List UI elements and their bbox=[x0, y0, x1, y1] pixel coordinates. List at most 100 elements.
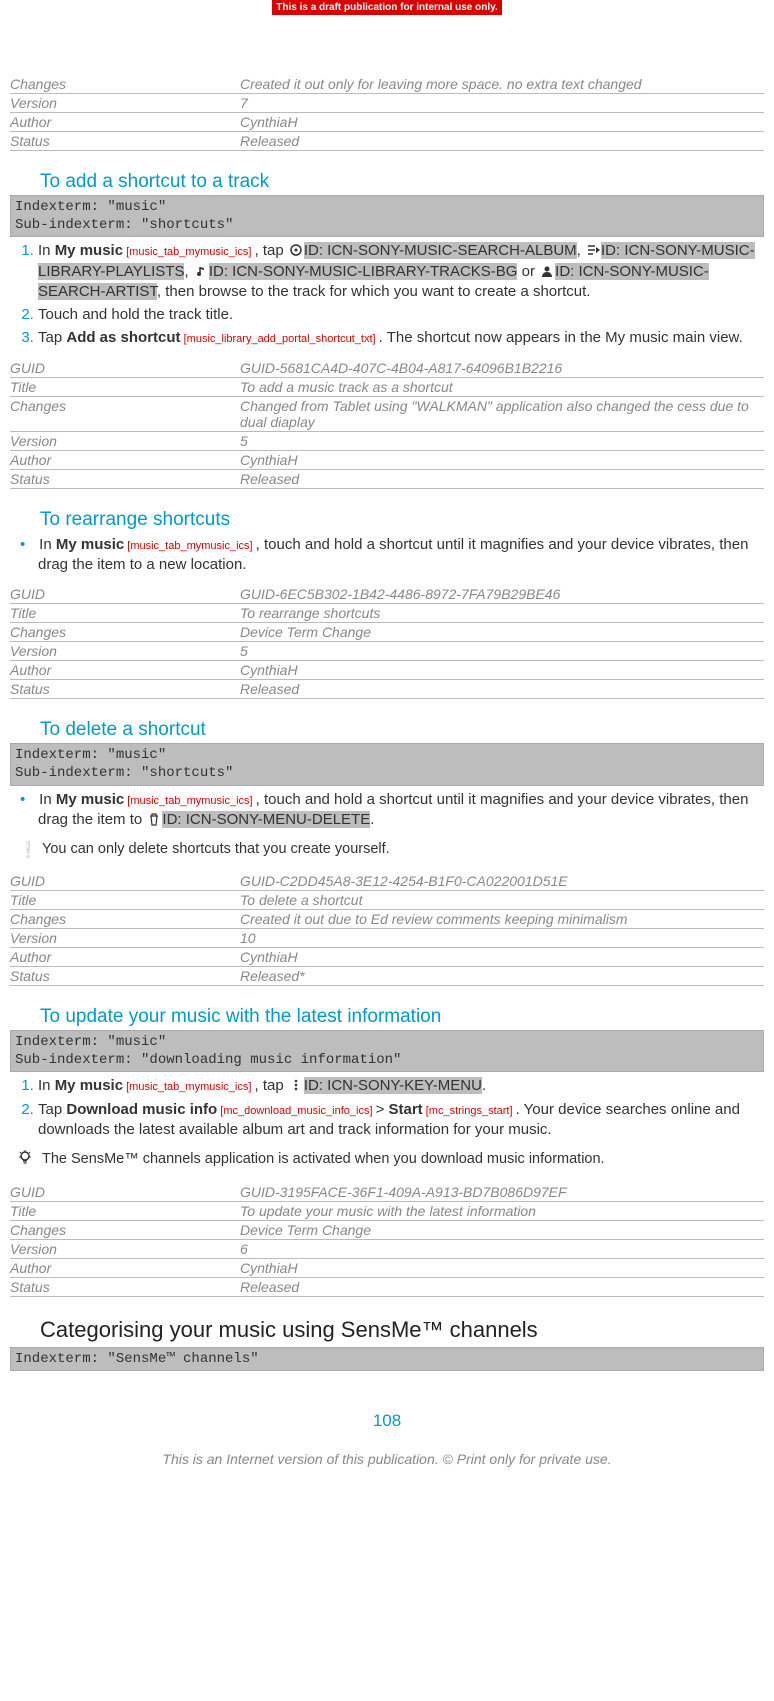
meta-value: GUID-C2DD45A8-3E12-4254-B1F0-CA022001D51… bbox=[240, 872, 764, 891]
heading-rearrange-shortcuts: To rearrange shortcuts bbox=[40, 509, 764, 531]
meta-value: To add a music track as a shortcut bbox=[240, 377, 764, 396]
ui-label: My music bbox=[55, 1077, 123, 1094]
meta-label: Status bbox=[10, 132, 240, 151]
draft-banner: This is a draft publication for internal… bbox=[272, 0, 502, 15]
trash-icon bbox=[147, 812, 161, 826]
text: or bbox=[517, 263, 539, 280]
text: , tap bbox=[254, 1077, 287, 1094]
text: . bbox=[482, 1077, 486, 1094]
meta-label: Title bbox=[10, 1202, 240, 1221]
meta-value: To delete a shortcut bbox=[240, 891, 764, 910]
icn-id: ID: ICN-SONY-MUSIC-SEARCH-ALBUM bbox=[304, 242, 577, 259]
steps-list: In My music [music_tab_mymusic_ics] , to… bbox=[10, 790, 764, 831]
meta-label: Version bbox=[10, 642, 240, 661]
string-id: [music_tab_mymusic_ics] bbox=[124, 795, 255, 807]
step-item: In My music [music_tab_mymusic_ics] , to… bbox=[38, 790, 764, 831]
meta-value: 5 bbox=[240, 431, 764, 450]
person-icon bbox=[540, 264, 554, 278]
step-item: Tap Download music info [mc_download_mus… bbox=[38, 1100, 764, 1141]
heading-update-music-info: To update your music with the latest inf… bbox=[40, 1006, 764, 1028]
meta-value: CynthiaH bbox=[240, 113, 764, 132]
meta-label: Title bbox=[10, 604, 240, 623]
tip-note: The SensMe™ channels application is acti… bbox=[18, 1150, 764, 1171]
meta-table-1: GUIDGUID-5681CA4D-407C-4B04-A817-64096B1… bbox=[10, 359, 764, 489]
indexterm-block: Indexterm: "music" Sub-indexterm: "short… bbox=[10, 743, 764, 785]
heading-delete-shortcut: To delete a shortcut bbox=[40, 719, 764, 741]
indexterm-block: Indexterm: "music" Sub-indexterm: "short… bbox=[10, 195, 764, 237]
string-id: [music_tab_mymusic_ics] bbox=[123, 1081, 254, 1093]
ui-label: My music bbox=[55, 242, 123, 259]
meta-label: Version bbox=[10, 431, 240, 450]
meta-value: To update your music with the latest inf… bbox=[240, 1202, 764, 1221]
meta-label: Changes bbox=[10, 623, 240, 642]
meta-label: Author bbox=[10, 113, 240, 132]
string-id: [music_library_add_portal_shortcut_txt] bbox=[181, 333, 379, 345]
meta-label: GUID bbox=[10, 359, 240, 378]
meta-value: Device Term Change bbox=[240, 623, 764, 642]
meta-label: Changes bbox=[10, 75, 240, 94]
step-item: In My music [music_tab_mymusic_ics] , ta… bbox=[38, 1076, 764, 1096]
text: , tap bbox=[254, 242, 287, 259]
note-text: The SensMe™ channels application is acti… bbox=[42, 1150, 605, 1170]
meta-table-0: ChangesCreated it out only for leaving m… bbox=[10, 75, 764, 151]
step-item: In My music [music_tab_mymusic_ics] , to… bbox=[38, 535, 764, 576]
meta-value: GUID-5681CA4D-407C-4B04-A817-64096B1B221… bbox=[240, 359, 764, 378]
meta-label: Author bbox=[10, 948, 240, 967]
page-number: 108 bbox=[10, 1411, 764, 1431]
meta-label: Status bbox=[10, 1278, 240, 1297]
menu-icon bbox=[289, 1078, 303, 1092]
heading-sensme-channels: Categorising your music using SensMe™ ch… bbox=[40, 1317, 764, 1343]
ui-label: My music bbox=[56, 536, 124, 553]
meta-label: Status bbox=[10, 680, 240, 699]
string-id: [music_tab_mymusic_ics] bbox=[123, 246, 254, 258]
meta-table-3: GUIDGUID-C2DD45A8-3E12-4254-B1F0-CA02200… bbox=[10, 872, 764, 986]
steps-list: In My music [music_tab_mymusic_ics] , ta… bbox=[10, 1076, 764, 1140]
meta-value: Released bbox=[240, 469, 764, 488]
footer-text: This is an Internet version of this publ… bbox=[10, 1451, 764, 1467]
meta-value: Released* bbox=[240, 967, 764, 986]
meta-value: Released bbox=[240, 680, 764, 699]
meta-value: To rearrange shortcuts bbox=[240, 604, 764, 623]
step-item: Touch and hold the track title. bbox=[38, 305, 764, 325]
important-icon: ❕ bbox=[18, 840, 32, 860]
string-id: [mc_download_music_info_ics] bbox=[217, 1105, 375, 1117]
meta-value: 7 bbox=[240, 94, 764, 113]
ui-label: Start bbox=[389, 1101, 423, 1118]
meta-value: CynthiaH bbox=[240, 450, 764, 469]
meta-value: CynthiaH bbox=[240, 948, 764, 967]
meta-value: GUID-6EC5B302-1B42-4486-8972-7FA79B29BE4… bbox=[240, 585, 764, 604]
meta-value: 10 bbox=[240, 929, 764, 948]
meta-label: Author bbox=[10, 1259, 240, 1278]
meta-label: Changes bbox=[10, 396, 240, 431]
ui-label: Add as shortcut bbox=[66, 329, 180, 346]
indexterm-block: Indexterm: "SensMe™ channels" bbox=[10, 1347, 764, 1371]
disc-icon bbox=[289, 243, 303, 257]
text: . The shortcut now appears in the My mus… bbox=[379, 329, 743, 346]
icn-id: ID: ICN-SONY-MENU-DELETE bbox=[162, 811, 370, 828]
meta-value: 5 bbox=[240, 642, 764, 661]
meta-label: GUID bbox=[10, 1183, 240, 1202]
bulb-icon bbox=[18, 1150, 32, 1171]
meta-label: Title bbox=[10, 891, 240, 910]
meta-value: Device Term Change bbox=[240, 1221, 764, 1240]
meta-label: Status bbox=[10, 469, 240, 488]
meta-label: Title bbox=[10, 377, 240, 396]
text: , then browse to the track for which you… bbox=[157, 283, 591, 300]
string-id: [music_tab_mymusic_ics] bbox=[124, 540, 255, 552]
meta-label: Changes bbox=[10, 910, 240, 929]
ui-label: My music bbox=[56, 791, 124, 808]
meta-value: GUID-3195FACE-36F1-409A-A913-BD7B086D97E… bbox=[240, 1183, 764, 1202]
meta-value: CynthiaH bbox=[240, 661, 764, 680]
meta-value: CynthiaH bbox=[240, 1259, 764, 1278]
indexterm-block: Indexterm: "music" Sub-indexterm: "downl… bbox=[10, 1030, 764, 1072]
meta-value: Changed from Tablet using "WALKMAN" appl… bbox=[240, 396, 764, 431]
meta-value: Created it out due to Ed review comments… bbox=[240, 910, 764, 929]
meta-label: Version bbox=[10, 1240, 240, 1259]
meta-table-4: GUIDGUID-3195FACE-36F1-409A-A913-BD7B086… bbox=[10, 1183, 764, 1297]
steps-list: In My music [music_tab_mymusic_ics] , to… bbox=[10, 535, 764, 576]
meta-label: Status bbox=[10, 967, 240, 986]
text: , bbox=[577, 242, 585, 259]
step-item: In My music [music_tab_mymusic_ics] , ta… bbox=[38, 241, 764, 302]
text: Tap bbox=[38, 329, 66, 346]
meta-label: Version bbox=[10, 929, 240, 948]
